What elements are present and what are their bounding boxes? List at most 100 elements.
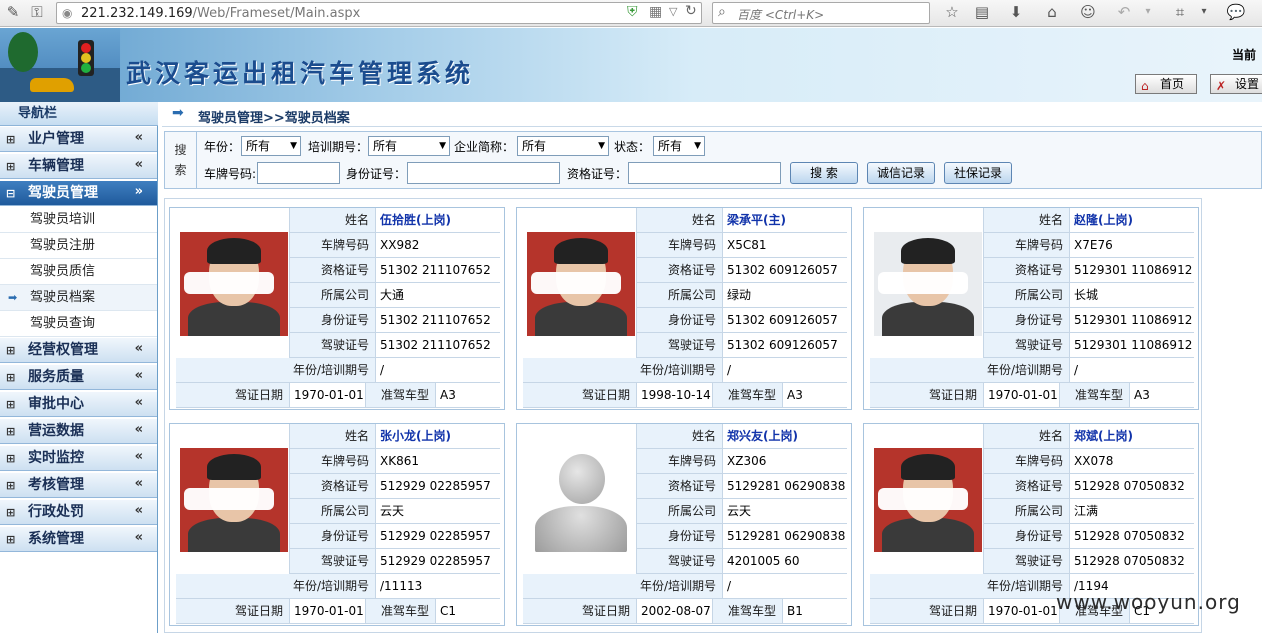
- driver-name-link[interactable]: 伍拾胜(上岗): [376, 208, 500, 233]
- wrench-icon: ✗: [1216, 79, 1227, 93]
- integrity-record-button[interactable]: 诚信记录: [867, 162, 935, 184]
- qr-code-icon[interactable]: ▦: [649, 4, 662, 20]
- download-icon[interactable]: ⬇: [1005, 0, 1027, 24]
- id-value: 512928 07050832: [1070, 524, 1194, 549]
- home-button[interactable]: ⌂ 首页: [1135, 74, 1197, 94]
- chevron-double-left-icon: «: [134, 503, 143, 518]
- certificate-input[interactable]: [628, 162, 781, 184]
- chevron-double-left-icon: «: [134, 130, 143, 145]
- menu-icon[interactable]: ✎: [2, 0, 24, 24]
- search-button[interactable]: 搜 索: [790, 162, 858, 184]
- search-section-label: 搜索: [165, 132, 197, 188]
- undo-icon[interactable]: ↶: [1113, 0, 1135, 24]
- key-icon[interactable]: ⚿: [26, 0, 48, 24]
- chat-icon[interactable]: ☺: [1077, 0, 1099, 24]
- driver-name-link[interactable]: 张小龙(上岗): [376, 424, 500, 449]
- photo-cell: [523, 208, 637, 358]
- chevron-down-icon[interactable]: ▾: [1137, 0, 1159, 24]
- browser-toolbar: ✎ ⚿ ◉ 221.232.149.169/Web/Frameset/Main.…: [0, 0, 1262, 27]
- sidebar-group-service-quality[interactable]: ⊞ 服务质量 «: [0, 365, 157, 390]
- sidebar-group-assessment[interactable]: ⊞ 考核管理 «: [0, 473, 157, 498]
- plate-input[interactable]: [257, 162, 340, 184]
- driver-card-grid: 姓名 伍拾胜(上岗) 车牌号码 XX982 资格证号 51302 211107652 所属公…: [164, 198, 1202, 633]
- status-select[interactable]: 所有 ▼: [653, 136, 705, 156]
- reload-icon[interactable]: ↻: [685, 3, 697, 19]
- training-period-select[interactable]: 所有 ▼: [368, 136, 450, 156]
- driver-card: 姓名 赵隆(上岗) 车牌号码 X7E76 资格证号 5129301 11086912 所属公…: [863, 207, 1199, 410]
- license-label: 驾驶证号: [637, 333, 723, 358]
- id-number-input[interactable]: [407, 162, 560, 184]
- sidebar-group-penalty[interactable]: ⊞ 行政处罚 «: [0, 500, 157, 525]
- driver-name-link[interactable]: 赵隆(上岗): [1070, 208, 1194, 233]
- reading-list-icon[interactable]: ▤: [971, 0, 993, 24]
- sidebar-item-driver-training[interactable]: 驾驶员培训: [0, 207, 157, 233]
- id-value: 512929 02285957: [376, 524, 500, 549]
- url-path: /Web/Frameset/Main.aspx: [192, 6, 361, 21]
- sidebar-item-driver-credit[interactable]: 驾驶员质信: [0, 259, 157, 285]
- sidebar-group-operators[interactable]: ⊞ 业户管理 «: [0, 127, 157, 152]
- plate-value: XZ306: [723, 449, 847, 474]
- minus-icon: ⊟: [6, 187, 16, 200]
- chevron-down-icon[interactable]: ▾: [1193, 0, 1215, 24]
- search-side-label-1: 搜: [174, 143, 187, 157]
- speech-bubble-icon[interactable]: 💬: [1225, 0, 1247, 24]
- sidebar-item-driver-query[interactable]: 驾驶员查询: [0, 311, 157, 337]
- license-date-label: 驾证日期: [523, 383, 637, 408]
- company-select[interactable]: 所有 ▼: [517, 136, 609, 156]
- chevron-double-left-icon: «: [134, 476, 143, 491]
- year-select[interactable]: 所有 ▼: [241, 136, 301, 156]
- year-select-value: 所有: [246, 139, 271, 153]
- id-value: 51302 211107652: [376, 308, 500, 333]
- chevron-double-down-icon: »: [134, 184, 143, 199]
- id-label: 身份证号: [984, 308, 1070, 333]
- year-label: 年份：: [204, 140, 241, 154]
- sidebar-group-approval[interactable]: ⊞ 审批中心 «: [0, 392, 157, 417]
- home-icon[interactable]: ⌂: [1041, 0, 1063, 24]
- driver-card: 姓名 郑兴友(上岗) 车牌号码 XZ306 资格证号 5129281 06290838 所属…: [516, 423, 852, 626]
- settings-button[interactable]: ✗ 设置: [1210, 74, 1262, 94]
- crop-icon[interactable]: ⌗: [1169, 0, 1191, 24]
- driver-name-link[interactable]: 梁承平(主): [723, 208, 847, 233]
- cert-value: 5129301 11086912: [1070, 258, 1194, 283]
- search-placeholder: 百度 <Ctrl+K>: [737, 8, 825, 22]
- search-box[interactable]: ⌕ 百度 <Ctrl+K>: [712, 2, 930, 24]
- plate-value: X5C81: [723, 233, 847, 258]
- address-bar[interactable]: ◉ 221.232.149.169/Web/Frameset/Main.aspx…: [56, 2, 702, 24]
- plate-value: X7E76: [1070, 233, 1194, 258]
- house-icon: ⌂: [1141, 79, 1149, 93]
- company-value: 江满: [1070, 499, 1194, 524]
- plus-icon: ⊞: [6, 425, 16, 438]
- sidebar-item-driver-archive[interactable]: ➡ 驾驶员档案: [0, 285, 157, 311]
- license-date-value: 1970-01-01: [290, 599, 366, 624]
- star-icon[interactable]: ☆: [941, 0, 963, 24]
- license-label: 驾驶证号: [984, 549, 1070, 574]
- driver-name-link[interactable]: 郑兴友(上岗): [723, 424, 847, 449]
- sidebar-item-driver-registration[interactable]: 驾驶员注册: [0, 233, 157, 259]
- company-select-value: 所有: [522, 139, 547, 153]
- driver-name-link[interactable]: 郑斌(上岗): [1070, 424, 1194, 449]
- system-banner: 武汉客运出租汽车管理系统 当前 ⌂ 首页 ✗ 设置: [0, 28, 1262, 102]
- sidebar-group-system[interactable]: ⊞ 系统管理 «: [0, 527, 157, 552]
- year-period-label: 年份/培训期号: [176, 358, 376, 383]
- id-label: 身份证号: [984, 524, 1070, 549]
- sidebar-group-operation-data[interactable]: ⊞ 营运数据 «: [0, 419, 157, 444]
- social-security-record-button[interactable]: 社保记录: [944, 162, 1012, 184]
- plus-icon: ⊞: [6, 479, 16, 492]
- sidebar-group-drivers[interactable]: ⊟ 驾驶员管理 »: [0, 181, 157, 206]
- sidebar-group-operating-rights[interactable]: ⊞ 经营权管理 «: [0, 338, 157, 363]
- license-value: 51302 211107652: [376, 333, 500, 358]
- id-label: 身份证号: [637, 524, 723, 549]
- sidebar-group-vehicles[interactable]: ⊞ 车辆管理 «: [0, 154, 157, 179]
- plate-value: XX078: [1070, 449, 1194, 474]
- shield-icon[interactable]: ⛨: [627, 4, 638, 20]
- sidebar-group-label: 营运数据: [28, 423, 84, 439]
- license-date-label: 驾证日期: [523, 599, 637, 624]
- company-label: 所属公司: [290, 283, 376, 308]
- id-number-label: 身份证号：: [346, 167, 407, 181]
- settings-button-label: 设置: [1235, 77, 1260, 91]
- license-value: 4201005 60: [723, 549, 847, 574]
- sidebar-group-monitoring[interactable]: ⊞ 实时监控 «: [0, 446, 157, 471]
- vehicle-type-label: 准驾车型: [366, 599, 436, 624]
- year-period-label: 年份/培训期号: [523, 358, 723, 383]
- dropdown-icon[interactable]: ▽: [669, 5, 677, 18]
